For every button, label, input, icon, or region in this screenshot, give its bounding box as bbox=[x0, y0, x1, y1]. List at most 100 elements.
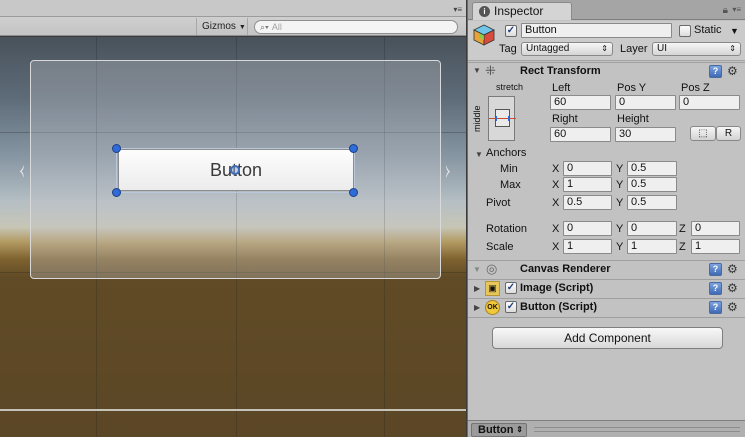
anchor-min-x-field[interactable]: 0 bbox=[563, 161, 612, 176]
rotation-z-field[interactable]: 0 bbox=[691, 221, 740, 236]
rotation-x-field[interactable]: 0 bbox=[563, 221, 612, 236]
scene-toolbar: ▾≡ Gizmos ▼ ⌕▾ All bbox=[0, 0, 466, 36]
scale-label: Scale bbox=[486, 241, 514, 253]
stretch-label: stretch bbox=[496, 82, 524, 92]
min-y-label: Y bbox=[616, 163, 624, 175]
rotation-y-field[interactable]: 0 bbox=[627, 221, 677, 236]
scale-x-field[interactable]: 1 bbox=[563, 239, 612, 254]
help-icon[interactable]: ? bbox=[709, 65, 722, 78]
rotation-x-label: X bbox=[552, 223, 560, 235]
search-icon: ⌕▾ bbox=[260, 22, 269, 32]
pivot-x-field[interactable]: 0.5 bbox=[563, 195, 612, 210]
min-label: Min bbox=[500, 163, 518, 175]
posy-field[interactable]: 0 bbox=[615, 95, 676, 110]
blueprint-mode-button[interactable]: ⬚ bbox=[690, 126, 716, 141]
help-icon[interactable]: ? bbox=[709, 263, 722, 276]
image-script-header[interactable]: ▶ ▣ ✓ Image (Script) ? ⚙ bbox=[468, 279, 745, 297]
max-x-label: X bbox=[552, 179, 560, 191]
foldout-open-icon[interactable]: ▼ bbox=[473, 66, 481, 75]
chevron-updown-icon: ⇕ bbox=[601, 44, 608, 53]
resize-handle-bottom-left[interactable] bbox=[112, 188, 121, 197]
pivot-y-field[interactable]: 0.5 bbox=[627, 195, 677, 210]
scale-z-field[interactable]: 1 bbox=[691, 239, 740, 254]
rotation-z-label: Z bbox=[679, 223, 686, 235]
gear-icon[interactable]: ⚙ bbox=[727, 301, 738, 314]
height-field[interactable]: 30 bbox=[615, 127, 676, 142]
layer-value: UI bbox=[657, 43, 667, 54]
rotation-label: Rotation bbox=[486, 223, 527, 235]
foldout-closed-icon[interactable]: ▶ bbox=[474, 284, 480, 293]
rect-transform-header[interactable]: ▼ ⁜ Rect Transform ? ⚙ bbox=[468, 62, 745, 80]
object-name-field[interactable]: Button bbox=[521, 23, 672, 38]
pivot-handle[interactable] bbox=[230, 165, 240, 175]
preview-dropdown[interactable]: Button ⇕ bbox=[471, 423, 527, 437]
posz-field[interactable]: 0 bbox=[679, 95, 740, 110]
add-component-button[interactable]: Add Component bbox=[492, 327, 723, 349]
anchor-min-y-field[interactable]: 0.5 bbox=[627, 161, 677, 176]
layer-dropdown[interactable]: UI ⇕ bbox=[652, 42, 741, 56]
tag-label: Tag bbox=[499, 43, 517, 55]
lock-icon[interactable]: 🔒︎ bbox=[723, 5, 728, 16]
drag-handle[interactable] bbox=[534, 427, 740, 432]
inspector-tab-label: Inspector bbox=[494, 4, 544, 18]
resize-handle-bottom-right[interactable] bbox=[349, 188, 358, 197]
max-label: Max bbox=[500, 179, 521, 191]
help-icon[interactable]: ? bbox=[709, 301, 722, 314]
scale-x-label: X bbox=[552, 241, 560, 253]
canvas-renderer-header[interactable]: ▼ ◎ Canvas Renderer ? ⚙ bbox=[468, 260, 745, 278]
chevron-down-icon: ▼ bbox=[238, 24, 246, 31]
posy-label: Pos Y bbox=[617, 82, 647, 94]
left-field[interactable]: 60 bbox=[550, 95, 611, 110]
scene-view[interactable]: ▾≡ Gizmos▼ ⌕▾All ⧼ ⧽ Button bbox=[0, 0, 466, 437]
tab-menu-icon[interactable]: ▾≡ bbox=[453, 5, 462, 14]
gear-icon[interactable]: ⚙ bbox=[727, 263, 738, 276]
gear-icon[interactable]: ⚙ bbox=[727, 65, 738, 78]
right-label: Right bbox=[552, 113, 578, 125]
max-y-label: Y bbox=[616, 179, 624, 191]
height-label: Height bbox=[617, 113, 649, 125]
gizmos-dropdown[interactable]: Gizmos ▼ bbox=[196, 18, 248, 35]
active-checkbox[interactable]: ✓ bbox=[505, 25, 517, 37]
scene-search-input[interactable]: ⌕▾ All bbox=[254, 20, 458, 34]
anchor-max-x-field[interactable]: 1 bbox=[563, 177, 612, 192]
chevron-updown-icon: ⇕ bbox=[729, 44, 736, 53]
info-icon: i bbox=[479, 6, 490, 17]
image-enabled-checkbox[interactable]: ✓ bbox=[505, 282, 517, 294]
scale-y-field[interactable]: 1 bbox=[627, 239, 677, 254]
button-component-icon: OK bbox=[485, 300, 500, 315]
right-field[interactable]: 60 bbox=[550, 127, 611, 142]
rect-transform-icon: ⁜ bbox=[485, 63, 496, 78]
min-x-label: X bbox=[552, 163, 560, 175]
preview-bar[interactable]: Button ⇕ bbox=[468, 420, 745, 437]
canvas-renderer-icon: ◎ bbox=[486, 261, 498, 276]
help-icon[interactable]: ? bbox=[709, 282, 722, 295]
tab-inspector[interactable]: i Inspector bbox=[472, 2, 572, 20]
gizmos-label: Gizmos bbox=[202, 21, 236, 32]
scene-viewport[interactable]: ⧼ ⧽ Button bbox=[0, 37, 466, 437]
gameobject-header: ✓ Button Static ▼ Tag Untagged ⇕ Layer UI… bbox=[468, 21, 745, 61]
layer-label: Layer bbox=[620, 43, 648, 55]
static-dropdown-arrow-icon[interactable]: ▼ bbox=[730, 24, 739, 38]
tab-menu-icon[interactable]: ▾≡ bbox=[732, 5, 741, 14]
foldout-disabled-icon: ▼ bbox=[473, 265, 481, 274]
gear-icon[interactable]: ⚙ bbox=[727, 282, 738, 295]
button-script-header[interactable]: ▶ OK ✓ Button (Script) ? ⚙ bbox=[468, 298, 745, 316]
right-anchor-marker-icon[interactable]: ⧽ bbox=[441, 160, 455, 180]
tag-dropdown[interactable]: Untagged ⇕ bbox=[521, 42, 613, 56]
left-anchor-marker-icon[interactable]: ⧼ bbox=[15, 160, 29, 180]
pivot-x-label: X bbox=[552, 197, 560, 209]
canvas-renderer-title: Canvas Renderer bbox=[520, 263, 611, 275]
raw-edit-button[interactable]: R bbox=[716, 126, 741, 141]
rect-transform-title: Rect Transform bbox=[520, 65, 601, 77]
resize-handle-top-right[interactable] bbox=[349, 144, 358, 153]
static-checkbox[interactable] bbox=[679, 25, 691, 37]
anchor-max-y-field[interactable]: 0.5 bbox=[627, 177, 677, 192]
button-enabled-checkbox[interactable]: ✓ bbox=[505, 301, 517, 313]
foldout-closed-icon[interactable]: ▶ bbox=[474, 303, 480, 312]
anchor-presets-button[interactable] bbox=[488, 96, 516, 141]
posz-label: Pos Z bbox=[681, 82, 710, 94]
anchors-foldout-icon[interactable]: ▼ bbox=[475, 150, 483, 159]
pivot-y-label: Y bbox=[616, 197, 624, 209]
scale-y-label: Y bbox=[616, 241, 624, 253]
resize-handle-top-left[interactable] bbox=[112, 144, 121, 153]
